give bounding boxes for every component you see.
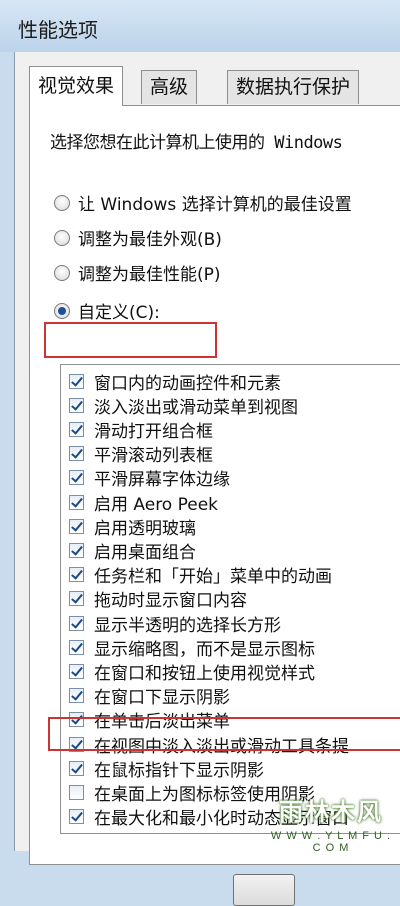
- effect-checkbox-item[interactable]: 启用 Aero Peek: [69, 490, 219, 515]
- checkbox-checked-icon: [69, 518, 84, 534]
- checkbox-checked-icon: [69, 373, 84, 389]
- radio-button-selected-icon: [54, 302, 70, 319]
- checkbox-checked-icon: [69, 494, 84, 510]
- effect-checkbox-item[interactable]: 启用透明玻璃: [69, 514, 196, 539]
- effect-label: 窗口内的动画控件和元素: [94, 373, 281, 394]
- checkbox-checked-icon: [69, 688, 84, 704]
- checkbox-checked-icon: [69, 591, 84, 607]
- radio-button-icon: [54, 264, 70, 281]
- checkbox-checked-icon: [69, 663, 84, 679]
- checkbox-checked-icon: [69, 542, 84, 558]
- checkbox-checked-icon: [69, 567, 84, 583]
- effect-label: 在窗口和按钮上使用视觉样式: [94, 663, 315, 684]
- title-bar: 性能选项: [0, 0, 400, 52]
- effect-checkbox-item[interactable]: 平滑屏幕字体边缘: [69, 466, 230, 490]
- visual-effects-list[interactable]: 窗口内的动画控件和元素 淡入淡出或滑动菜单到视图 滑动打开组合框 平滑滚动列表框 平滑屏…: [60, 364, 400, 834]
- checkbox-checked-icon: [69, 615, 84, 631]
- effect-label: 显示半透明的选择长方形: [94, 615, 281, 636]
- radio-let-windows-choose[interactable]: 让 Windows 选择计算机的最佳设置: [54, 190, 352, 215]
- checkbox-checked-icon: [69, 760, 84, 776]
- effect-checkbox-item[interactable]: 显示半透明的选择长方形: [69, 611, 281, 636]
- radio-label: 自定义(C):: [78, 303, 160, 323]
- instruction-text: 选择您想在此计算机上使用的 Windows: [50, 133, 343, 153]
- effect-label: 显示缩略图，而不是显示图标: [94, 639, 315, 660]
- radio-button-icon: [54, 229, 70, 246]
- effect-label: 启用 Aero Peek: [94, 494, 219, 515]
- icon-label-shadow-highlight-frame: [48, 717, 400, 751]
- radio-button-icon: [54, 194, 70, 211]
- checkbox-checked-icon: [69, 446, 84, 462]
- effect-label: 在鼠标指针下显示阴影: [94, 760, 264, 781]
- effect-label: 平滑滚动列表框: [94, 446, 213, 467]
- watermark-logo: 雨林木风 W W W . Y L M F U . C O M: [268, 790, 394, 855]
- effect-label: 淡入淡出或滑动菜单到视图: [94, 397, 298, 418]
- tab-data-execution-prevention[interactable]: 数据执行保护: [227, 70, 360, 104]
- watermark-text: 雨林木风: [279, 797, 383, 826]
- window-title: 性能选项: [18, 18, 98, 42]
- radio-best-performance[interactable]: 调整为最佳性能(P): [54, 260, 221, 285]
- effect-checkbox-item[interactable]: 显示缩略图，而不是显示图标: [69, 635, 315, 660]
- effect-checkbox-item[interactable]: 任务栏和「开始」菜单中的动画: [69, 563, 332, 587]
- radio-custom[interactable]: 自定义(C):: [54, 298, 160, 323]
- effect-label: 在窗口下显示阴影: [94, 688, 230, 709]
- effect-checkbox-item[interactable]: 在窗口下显示阴影: [69, 684, 230, 708]
- radio-label: 调整为最佳性能(P): [78, 265, 221, 285]
- effect-label: 任务栏和「开始」菜单中的动画: [94, 567, 332, 588]
- effect-label: 平滑屏幕字体边缘: [94, 470, 230, 491]
- effect-checkbox-item[interactable]: 平滑滚动列表框: [69, 442, 213, 466]
- effect-checkbox-item[interactable]: 拖动时显示窗口内容: [69, 587, 247, 611]
- radio-label: 调整为最佳外观(B): [78, 230, 222, 250]
- effect-label: 滑动打开组合框: [94, 421, 213, 442]
- effect-checkbox-item[interactable]: 启用桌面组合: [69, 538, 196, 563]
- effect-label: 启用桌面组合: [94, 542, 196, 563]
- tab-visual-effects[interactable]: 视觉效果: [29, 66, 124, 106]
- checkbox-checked-icon: [69, 421, 84, 437]
- radio-label: 让 Windows 选择计算机的最佳设置: [78, 195, 352, 215]
- effect-checkbox-item[interactable]: 滑动打开组合框: [69, 417, 213, 442]
- effect-checkbox-item[interactable]: 在鼠标指针下显示阴影: [69, 756, 264, 781]
- checkbox-checked-icon: [69, 639, 84, 655]
- effect-checkbox-item[interactable]: 窗口内的动画控件和元素: [69, 369, 281, 394]
- radio-best-appearance[interactable]: 调整为最佳外观(B): [54, 225, 222, 250]
- visual-effects-panel: 选择您想在此计算机上使用的 Windows 让 Windows 选择计算机的最佳…: [29, 105, 400, 865]
- ok-button[interactable]: [233, 874, 295, 906]
- effect-checkbox-item[interactable]: 淡入淡出或滑动菜单到视图: [69, 393, 298, 418]
- checkbox-checked-icon: [69, 397, 84, 413]
- effect-label: 启用透明玻璃: [94, 518, 196, 539]
- checkbox-checked-icon: [69, 470, 84, 486]
- effect-checkbox-item[interactable]: 在窗口和按钮上使用视觉样式: [69, 659, 315, 684]
- effect-label: 拖动时显示窗口内容: [94, 591, 247, 612]
- watermark-url: W W W . Y L M F U . C O M: [270, 830, 392, 854]
- custom-highlight-frame: [44, 322, 217, 358]
- checkbox-unchecked-icon: [69, 784, 84, 800]
- tab-advanced[interactable]: 高级: [141, 70, 198, 104]
- checkbox-checked-icon: [69, 809, 84, 825]
